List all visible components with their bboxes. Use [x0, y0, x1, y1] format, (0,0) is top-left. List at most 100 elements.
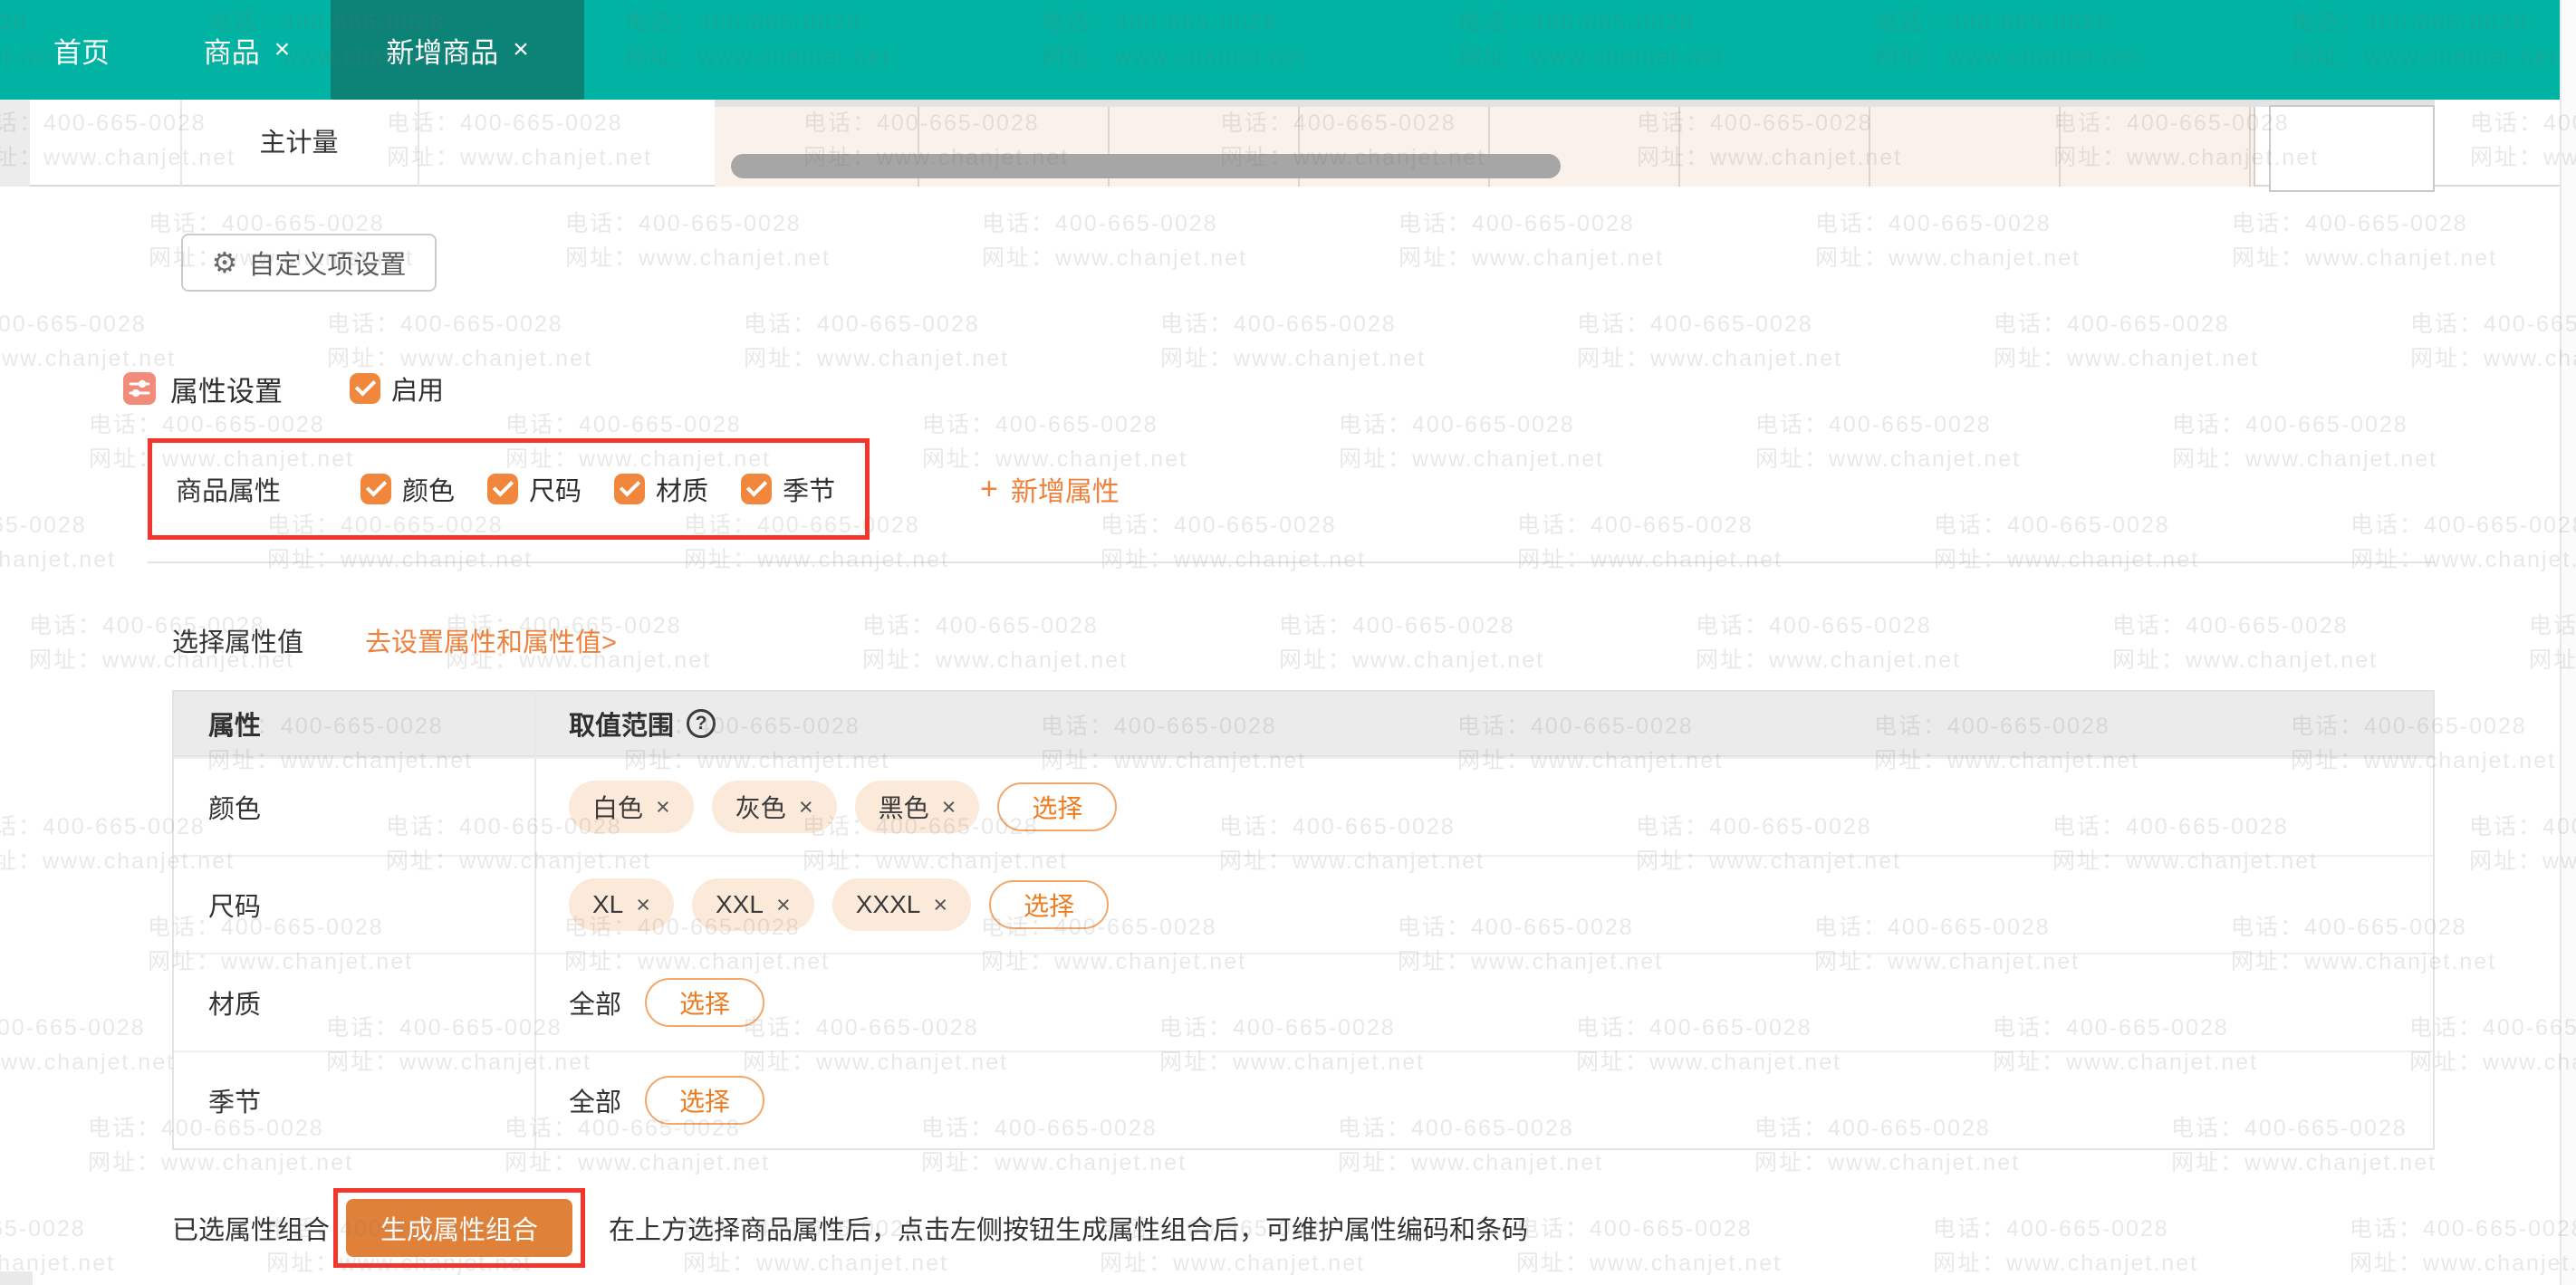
attribute-name: 季节: [174, 1081, 534, 1119]
attribute-name: 颜色: [174, 788, 534, 826]
select-button[interactable]: 选择: [989, 880, 1109, 929]
add-attribute-link[interactable]: + 新增属性: [980, 438, 1120, 540]
value-tag-label: XXXL: [856, 890, 921, 919]
attribute-option-label: 材质: [656, 470, 708, 508]
value-tag: 灰色 ×: [712, 781, 837, 833]
column-divider: [534, 692, 536, 1148]
column-border: [2059, 100, 2061, 187]
tab-goods-label: 商品: [204, 30, 260, 71]
remove-tag-icon[interactable]: ×: [636, 891, 650, 919]
custom-item-settings-button[interactable]: ⚙ 自定义项设置: [181, 234, 437, 292]
checkbox-checked-icon: [614, 474, 645, 504]
attribute-options-group: 颜色 尺码 材质 季节: [360, 470, 835, 508]
column-border: [2249, 100, 2251, 187]
select-values-row: 选择属性值 去设置属性和属性值>: [172, 614, 617, 666]
attribute-option-label: 尺码: [529, 470, 582, 508]
attribute-settings-heading: 属性设置 启用: [123, 370, 444, 407]
remove-tag-icon[interactable]: ×: [656, 793, 670, 821]
section-divider: [148, 561, 2435, 563]
focused-cell: [2269, 105, 2435, 192]
checkbox-checked-icon: [360, 474, 391, 504]
attribute-name: 尺码: [174, 886, 534, 924]
enable-checkbox[interactable]: 启用: [350, 369, 444, 408]
generate-combination-button[interactable]: 生成属性组合: [346, 1199, 572, 1257]
remove-tag-icon[interactable]: ×: [942, 793, 956, 821]
select-values-label: 选择属性值: [172, 621, 303, 659]
select-button[interactable]: 选择: [997, 782, 1117, 831]
value-tag-label: 白色: [592, 789, 643, 825]
value-tag: XL ×: [569, 878, 674, 931]
checkbox-checked-icon: [487, 474, 518, 504]
generate-button-highlight-box: 生成属性组合: [333, 1188, 585, 1268]
attribute-table: 属性 取值范围 ? 颜色 白色 × 灰色 × 黑色: [172, 690, 2435, 1150]
top-tab-bar: 首页 商品 × 新增商品 ×: [0, 0, 2576, 100]
tab-new-product-active[interactable]: 新增商品 ×: [331, 0, 584, 100]
attribute-values: 全部 选择: [534, 978, 2433, 1027]
attribute-option-checkbox[interactable]: 季节: [741, 470, 835, 508]
scrollbar-corner: [0, 1271, 33, 1285]
table-row-material: 材质 全部 选择: [174, 953, 2433, 1050]
attribute-option-checkbox[interactable]: 尺码: [487, 470, 582, 508]
combination-hint-text: 在上方选择商品属性后，点击左侧按钮生成属性组合后，可维护属性编码和条码: [609, 1209, 1528, 1247]
checkbox-checked-icon: [350, 373, 380, 404]
column-border: [1869, 100, 1870, 187]
select-button[interactable]: 选择: [645, 978, 764, 1027]
selected-combination-label: 已选属性组合: [172, 1209, 330, 1247]
columns-top-edge: [715, 100, 2435, 107]
value-tag: 白色 ×: [569, 781, 694, 833]
checkbox-checked-icon: [741, 474, 772, 504]
column-header-range: 取值范围 ?: [534, 705, 2433, 743]
column-border: [1678, 100, 1680, 187]
help-icon[interactable]: ?: [687, 709, 716, 738]
all-values-label: 全部: [569, 1081, 621, 1119]
attribute-values: 全部 选择: [534, 1076, 2433, 1125]
cell-border: [418, 100, 419, 187]
enable-label: 启用: [391, 369, 444, 408]
value-tag-label: XL: [592, 890, 623, 919]
table-row-season: 季节 全部 选择: [174, 1050, 2433, 1148]
row-corner-cell: [0, 100, 30, 187]
value-tag-label: XXL: [716, 890, 764, 919]
product-attributes-label: 商品属性: [176, 470, 281, 508]
attribute-values: XL × XXL × XXXL × 选择: [534, 878, 2433, 931]
value-tag: 黑色 ×: [855, 781, 980, 833]
column-header-attribute: 属性: [174, 705, 534, 743]
value-tag: XXL ×: [692, 878, 814, 931]
value-tag-label: 黑色: [879, 789, 929, 825]
table-row-size: 尺码 XL × XXL × XXXL × 选择: [174, 855, 2433, 953]
product-attributes-highlight-box: 商品属性 颜色 尺码 材质 季节: [148, 438, 870, 540]
vertical-scrollbar-track[interactable]: [2560, 0, 2576, 1285]
tab-new-product-label: 新增商品: [386, 30, 498, 71]
all-values-label: 全部: [569, 983, 621, 1021]
custom-item-settings-label: 自定义项设置: [248, 244, 406, 282]
select-button[interactable]: 选择: [645, 1076, 764, 1125]
tab-home[interactable]: 首页: [0, 0, 163, 100]
attribute-name: 材质: [174, 983, 534, 1021]
remove-tag-icon[interactable]: ×: [776, 891, 791, 919]
attribute-values: 白色 × 灰色 × 黑色 × 选择: [534, 781, 2433, 833]
tab-goods[interactable]: 商品 ×: [163, 0, 331, 100]
horizontal-scrollbar-thumb[interactable]: [731, 154, 1561, 178]
add-attribute-label: 新增属性: [1011, 469, 1120, 509]
attribute-settings-title: 属性设置: [170, 369, 283, 409]
close-tab-icon[interactable]: ×: [274, 36, 291, 63]
gear-icon: ⚙: [212, 248, 238, 277]
attribute-option-checkbox[interactable]: 颜色: [360, 470, 455, 508]
sliders-icon: [123, 372, 156, 405]
combination-footer: 已选属性组合 生成属性组合 在上方选择商品属性后，点击左侧按钮生成属性组合后，可…: [172, 1188, 1528, 1268]
remove-tag-icon[interactable]: ×: [933, 891, 947, 919]
attribute-option-label: 季节: [783, 470, 835, 508]
plus-icon: +: [980, 474, 998, 504]
close-tab-icon[interactable]: ×: [513, 36, 529, 63]
unit-measure-band: 主计量: [0, 100, 2560, 187]
table-row-color: 颜色 白色 × 灰色 × 黑色 × 选择: [174, 757, 2433, 855]
unit-measure-label: 主计量: [180, 100, 418, 187]
column-header-range-label: 取值范围: [569, 705, 674, 743]
remove-tag-icon[interactable]: ×: [799, 793, 813, 821]
value-tag-label: 灰色: [735, 789, 786, 825]
attribute-option-label: 颜色: [402, 470, 455, 508]
setup-attributes-link[interactable]: 去设置属性和属性值>: [365, 621, 617, 659]
app-window: 首页 商品 × 新增商品 × 主计量 ⚙: [0, 0, 2576, 1285]
table-header: 属性 取值范围 ?: [174, 692, 2433, 757]
attribute-option-checkbox[interactable]: 材质: [614, 470, 708, 508]
